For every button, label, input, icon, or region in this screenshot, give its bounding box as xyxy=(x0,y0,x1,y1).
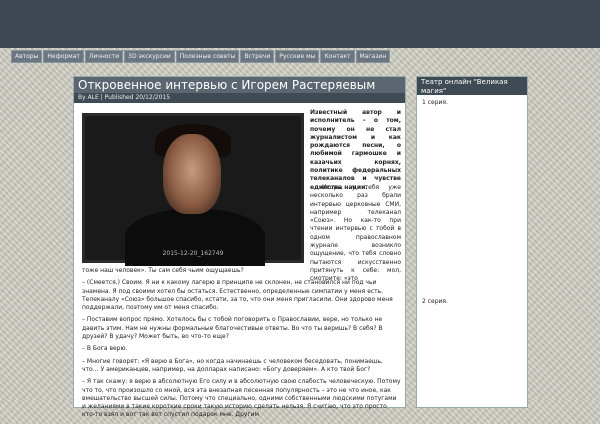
sidebar-episode-1[interactable]: 1 серия. xyxy=(422,99,448,106)
nav-item-meetings[interactable]: Встречи xyxy=(240,50,275,63)
video-player[interactable]: 2015-12-20_162749 xyxy=(82,113,304,266)
nav-item-personalities[interactable]: Личности xyxy=(84,50,124,63)
article-title[interactable]: Откровенное интервью с Игорем Растеряевы… xyxy=(74,77,405,93)
article-intro: Известный автор и исполнитель – о том, п… xyxy=(310,109,401,191)
article-paragraph: – В Бога верю. xyxy=(82,345,128,353)
nav-item-shop[interactable]: Магазин xyxy=(355,50,391,63)
sidebar-episode-2[interactable]: 2 серия. xyxy=(422,298,448,305)
nav-item-useful-tips[interactable]: Полезные советы xyxy=(175,50,240,63)
sidebar-widget-title: Театр онлайн "Великая магия" xyxy=(417,77,527,95)
article-body: тоже наш человек». Ты сам себя чьим ощущ… xyxy=(82,267,401,424)
nav-item-authors[interactable]: Авторы xyxy=(11,50,43,63)
video-frame-shoulders xyxy=(125,208,265,266)
article-paragraph: – (Смеется.) Своим. Я ни к какому лагерю… xyxy=(82,279,393,312)
video-caption: 2015-12-20_162749 xyxy=(162,250,224,257)
main-nav: Авторы Неформат Личности 3D экскурсии По… xyxy=(11,50,391,63)
article-paragraph: тоже наш человек». Ты сам себя чьим ощущ… xyxy=(82,267,244,274)
article-paragraph: – Многие говорят: «Я верю в Бога», но ко… xyxy=(82,357,383,373)
nav-item-3d-tours[interactable]: 3D экскурсии xyxy=(124,50,175,63)
nav-item-russians[interactable]: Русские мы xyxy=(275,50,320,63)
site-header xyxy=(0,0,600,48)
nav-item-contact[interactable]: Контакт xyxy=(320,50,355,63)
sidebar-widget: Театр онлайн "Великая магия" 1 серия. 2 … xyxy=(416,76,528,408)
nav-item-neformat[interactable]: Неформат xyxy=(43,50,84,63)
article: Откровенное интервью с Игорем Растеряевы… xyxy=(73,76,406,418)
article-paragraph: – Я так скажу: я верю в абсолютную Его с… xyxy=(82,378,401,419)
article-paragraph: – Поставим вопрос прямо. Хотелось бы с т… xyxy=(82,316,383,341)
video-frame-face xyxy=(163,134,221,214)
article-meta: By ALE | Published 20/12/2015 xyxy=(74,93,405,103)
